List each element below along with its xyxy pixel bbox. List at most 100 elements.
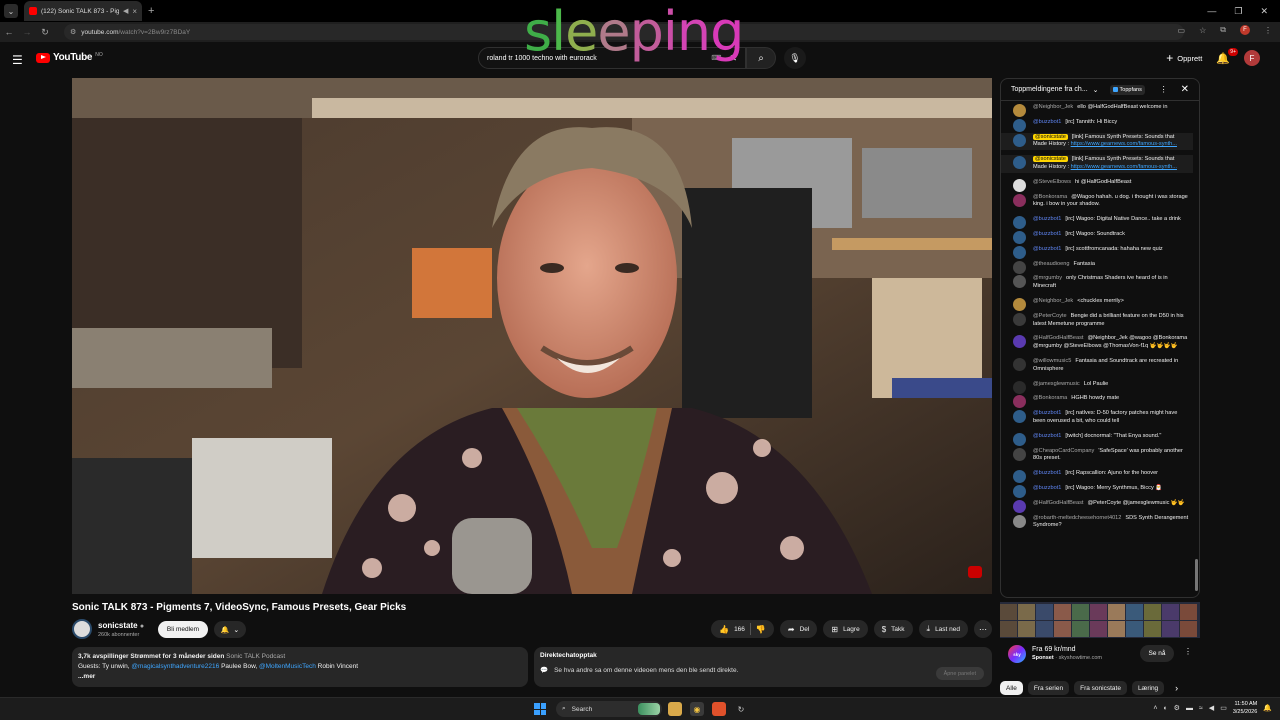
chat-avatar[interactable] (1013, 514, 1026, 528)
promo-thumbnail-strip[interactable] (1000, 602, 1200, 638)
chat-avatar[interactable] (1013, 470, 1026, 484)
notifications-icon[interactable]: 🔔 (1263, 704, 1272, 712)
chat-author[interactable]: @CheapoCardCompany (1033, 448, 1094, 454)
chat-avatar[interactable] (1013, 297, 1026, 311)
account-avatar[interactable]: F (1244, 50, 1260, 66)
chat-author[interactable]: @sonicstate (1033, 156, 1068, 163)
clear-search-icon[interactable]: ✕ (729, 53, 737, 64)
chat-avatar[interactable] (1013, 216, 1026, 230)
chat-avatar[interactable] (1013, 380, 1026, 394)
chat-author[interactable]: @buzzbot1 (1033, 231, 1061, 237)
reload-icon[interactable]: ↻ (36, 27, 54, 38)
browser-profile-icon[interactable]: F (1240, 25, 1250, 35)
chat-author[interactable]: @buzzbot1 (1033, 216, 1061, 222)
chat-author[interactable]: @buzzbot1 (1033, 246, 1061, 252)
chat-author[interactable]: @SteveElbows (1033, 179, 1071, 185)
chat-avatar[interactable] (1013, 260, 1026, 274)
chat-author[interactable]: @PeterCoyte (1033, 313, 1067, 319)
search-input[interactable]: roland tr 1000 techno with eurorack ⌨ ✕ (478, 47, 746, 69)
chat-avatar[interactable] (1013, 133, 1026, 147)
close-window-icon[interactable]: ✕ (1260, 6, 1268, 17)
like-count[interactable]: 166 (734, 626, 745, 633)
tray-app-icon-2[interactable]: ⚙ (1174, 704, 1180, 712)
new-tab-button[interactable]: + (148, 5, 154, 17)
chip-from-channel[interactable]: Fra sonicstate (1074, 681, 1127, 695)
guest-link-1[interactable]: @magicalsynthadventure2216 (131, 663, 219, 670)
thumbs-down-icon[interactable]: 👎 (756, 625, 766, 634)
chevron-right-icon[interactable]: › (1175, 683, 1178, 693)
chat-avatar[interactable] (1013, 335, 1026, 349)
chat-avatar[interactable] (1013, 118, 1026, 132)
volume-icon[interactable]: ◀ (1209, 704, 1214, 712)
chat-author[interactable]: @buzzbot1 (1033, 470, 1061, 476)
cast-icon[interactable]: ▭ (1178, 26, 1186, 35)
chat-avatar[interactable] (1013, 156, 1026, 170)
share-button[interactable]: ➦ Del (779, 620, 818, 638)
save-button[interactable]: ⊞ Lagre (823, 620, 868, 638)
chat-avatar[interactable] (1013, 395, 1026, 409)
video-player[interactable] (72, 78, 992, 594)
clock[interactable]: 11:50 AM 3/25/2026 (1233, 700, 1257, 716)
extensions-icon[interactable]: ⧉ (1220, 25, 1226, 35)
chat-author[interactable]: @robarth-meltedcheesehornet4012 (1033, 515, 1121, 521)
voice-search-button[interactable]: 🎙 (784, 47, 806, 69)
back-icon[interactable]: ← (0, 27, 18, 37)
chat-author[interactable]: @willowmusic5 (1033, 358, 1071, 364)
channel-name[interactable]: sonicstate ● (98, 621, 144, 630)
chat-author[interactable]: @buzzbot1 (1033, 410, 1061, 416)
chat-author[interactable]: @buzzbot1 (1033, 485, 1061, 491)
language-icon[interactable]: ▬ (1186, 705, 1193, 712)
chevron-up-icon[interactable]: ˄ (1153, 705, 1157, 712)
chat-link[interactable]: https://www.gearnews.com/famous-synth... (1071, 141, 1177, 147)
minimize-icon[interactable]: — (1207, 6, 1216, 16)
browser-menu-icon[interactable]: ⋮ (1264, 26, 1272, 35)
chat-author[interactable]: @mrgumby (1033, 275, 1062, 281)
windows-start-icon[interactable] (534, 703, 546, 715)
chip-all[interactable]: Alle (1000, 681, 1023, 695)
chat-author[interactable]: @buzzbot1 (1033, 119, 1061, 125)
close-chat-icon[interactable]: ✕ (1181, 84, 1189, 95)
chat-avatar[interactable] (1013, 447, 1026, 461)
youtube-logo[interactable]: YouTube NO (36, 52, 103, 63)
chat-link[interactable]: https://www.gearnews.com/famous-synth... (1071, 164, 1177, 170)
top-fans-button[interactable]: Toppfans (1109, 84, 1145, 95)
site-info-icon[interactable]: ⚙ (70, 28, 76, 36)
chat-author[interactable]: @HalfGodHalfBeast (1033, 500, 1083, 506)
chip-from-series[interactable]: Fra serien (1027, 681, 1070, 695)
chat-author[interactable]: @Neighbor_Jek (1033, 104, 1073, 110)
channel-avatar[interactable] (72, 619, 92, 639)
chat-author[interactable]: @theaudioeng (1033, 261, 1069, 267)
chip-learning[interactable]: Læring (1131, 681, 1165, 695)
create-button[interactable]: + Opprett (1166, 51, 1202, 65)
chat-author[interactable]: @HalfGodHalfBeast (1033, 335, 1083, 341)
chat-author[interactable]: @sonicstate (1033, 133, 1068, 140)
hamburger-menu-icon[interactable]: ☰ (12, 53, 23, 67)
omnibox[interactable]: ⚙ youtube.com/watch?v=2Bw9rz7BDaY (64, 24, 1184, 40)
forward-icon[interactable]: → (18, 27, 36, 37)
chat-avatar[interactable] (1013, 178, 1026, 192)
chat-author[interactable]: @Bonkorama (1033, 194, 1067, 200)
taskbar-search[interactable]: ⌕ Search (556, 701, 662, 717)
join-button[interactable]: Bli medlem (158, 621, 208, 638)
wifi-icon[interactable]: ≈ (1199, 705, 1203, 712)
battery-icon[interactable]: ▭ (1220, 704, 1227, 712)
chat-avatar[interactable] (1013, 230, 1026, 244)
file-explorer-icon[interactable] (668, 702, 682, 716)
browser-tab-active[interactable]: (122) Sonic TALK 873 - Pigm ◀ × (24, 1, 142, 21)
chat-avatar[interactable] (1013, 410, 1026, 424)
show-more-link[interactable]: ...mer (78, 673, 95, 680)
guest-link-2[interactable]: @MoltenMusicTech (259, 663, 316, 670)
chat-avatar[interactable] (1013, 357, 1026, 371)
more-actions-icon[interactable]: ⋯ (974, 620, 992, 638)
open-panel-button[interactable]: Åpne panelet (935, 667, 984, 680)
thanks-button[interactable]: $ Takk (873, 620, 913, 638)
search-button[interactable]: ⌕ (746, 47, 776, 69)
tray-app-icon[interactable]: ◐ (1163, 705, 1167, 712)
chat-author[interactable]: @Neighbor_Jek (1033, 298, 1073, 304)
close-tab-icon[interactable]: × (132, 7, 137, 16)
chat-avatar[interactable] (1013, 193, 1026, 207)
chat-author[interactable]: @buzzbot1 (1033, 433, 1061, 439)
chat-mode-selector[interactable]: Toppmeldingene fra ch... (1011, 86, 1088, 93)
chat-avatar[interactable] (1013, 275, 1026, 289)
chat-avatar[interactable] (1013, 432, 1026, 446)
